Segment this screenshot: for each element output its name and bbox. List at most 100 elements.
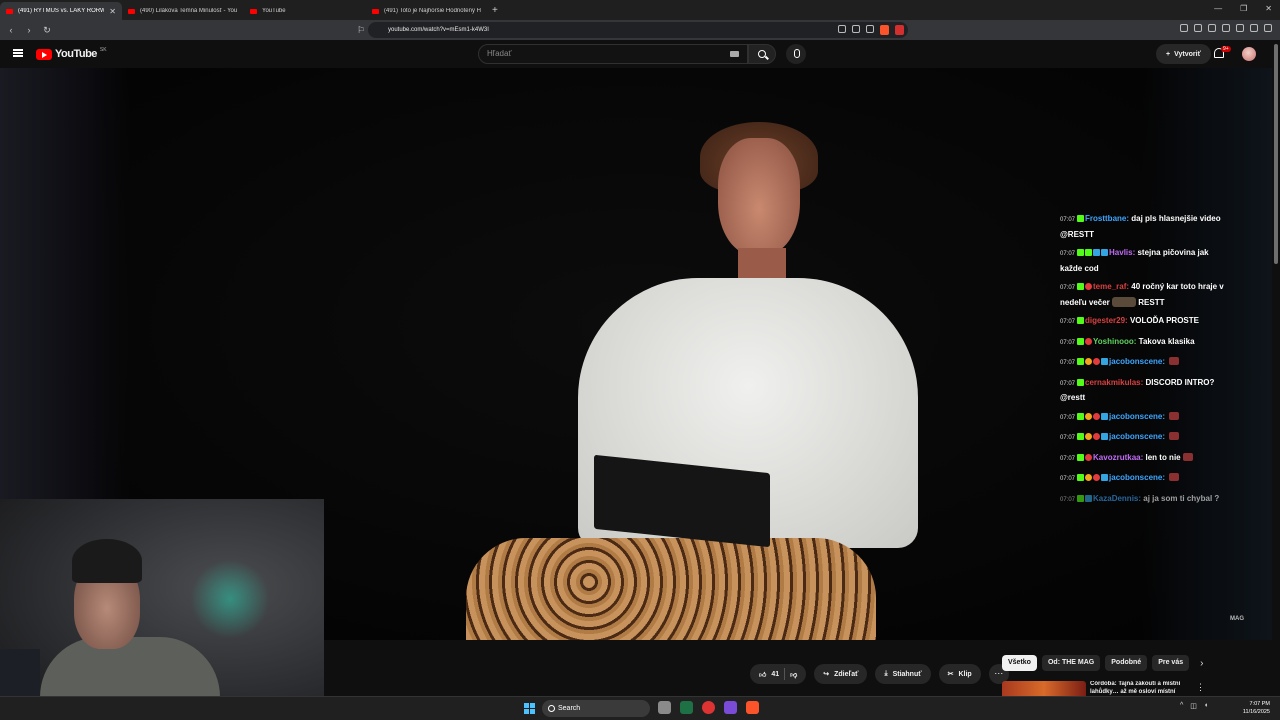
video-title[interactable]: Córdoba: Tajná zákoutí a místní lahůdky…… bbox=[1090, 681, 1194, 696]
youtube-logo[interactable]: YouTube SK bbox=[36, 47, 107, 60]
sidebar-icon[interactable] bbox=[1208, 24, 1216, 32]
chat-emote-icon bbox=[1169, 432, 1180, 440]
chip-all[interactable]: Všetko bbox=[1002, 655, 1037, 671]
chat-badge-icon bbox=[1101, 412, 1109, 420]
chat-text: VOLOĎA PROSTE bbox=[1129, 316, 1199, 325]
share-button[interactable]: ↪ Zdieľať bbox=[814, 664, 868, 684]
chat-badge-icon bbox=[1077, 283, 1085, 290]
chat-badge-icon bbox=[1077, 433, 1085, 440]
chat-badge-icon bbox=[1085, 283, 1093, 290]
maximize-icon[interactable]: ❐ bbox=[1240, 4, 1247, 13]
avatar[interactable] bbox=[1242, 47, 1256, 61]
minimize-icon[interactable]: — bbox=[1214, 4, 1222, 13]
scrollbar-thumb[interactable] bbox=[1274, 44, 1278, 264]
close-tab-icon[interactable]: ✕ bbox=[109, 7, 116, 16]
task-view-icon[interactable] bbox=[658, 701, 671, 714]
chip-for-you[interactable]: Pre vás bbox=[1152, 655, 1190, 671]
dislike-icon[interactable]: 👎︎ bbox=[790, 670, 797, 679]
forward-icon[interactable]: › bbox=[22, 25, 36, 35]
reload-icon[interactable]: ↻ bbox=[40, 25, 54, 36]
chat-badge-icon bbox=[1085, 412, 1093, 420]
extensions-icon[interactable] bbox=[1180, 24, 1188, 32]
chat-message: 07:07 teme_raf: 40 ročný kar toto hraje v… bbox=[1060, 280, 1230, 309]
chat-username[interactable]: teme_raf: bbox=[1093, 282, 1129, 291]
share-icon[interactable] bbox=[866, 25, 874, 33]
hamburger-menu-icon[interactable] bbox=[13, 49, 23, 57]
back-icon[interactable]: ‹ bbox=[4, 25, 18, 35]
chat-username[interactable]: Yoshinooo: bbox=[1093, 337, 1136, 346]
chat-username[interactable]: KazaDennis: bbox=[1093, 494, 1141, 503]
chat-username[interactable]: Frosttbane: bbox=[1085, 214, 1129, 223]
chat-username[interactable]: jacobonscene: bbox=[1109, 473, 1165, 482]
browser-tab-3[interactable]: YouTube bbox=[244, 2, 366, 20]
brave-browser-icon[interactable] bbox=[746, 701, 759, 714]
bookmark-icon[interactable]: ⚐ bbox=[354, 25, 368, 36]
browser-tab-2[interactable]: (490) Lilákova Temná Minulosť - You bbox=[122, 2, 244, 20]
divider bbox=[784, 668, 786, 680]
browser-tab-1[interactable]: (491) RYTMUS vs. LAKY RORW ✕ bbox=[0, 2, 122, 20]
excel-icon[interactable] bbox=[680, 701, 693, 714]
brave-rewards-icon[interactable] bbox=[895, 25, 904, 35]
youtube-favicon-icon bbox=[250, 8, 257, 14]
chat-message: 07:07 cernakmikulas: DISCORD INTRO? @rest… bbox=[1060, 376, 1230, 405]
media-icon[interactable] bbox=[1194, 24, 1202, 32]
wallet-icon[interactable] bbox=[1222, 24, 1230, 32]
vpn-icon[interactable] bbox=[1250, 24, 1258, 32]
network-icon[interactable]: ◫ bbox=[1190, 702, 1197, 710]
chat-username[interactable]: jacobonscene: bbox=[1109, 357, 1165, 366]
chat-emote-icon bbox=[1169, 357, 1180, 365]
app-icon[interactable] bbox=[702, 701, 715, 714]
like-icon[interactable]: 👍︎ bbox=[759, 670, 766, 679]
create-button[interactable]: + Vytvoriť bbox=[1156, 44, 1211, 64]
chat-username[interactable]: jacobonscene: bbox=[1109, 412, 1165, 421]
chip-related[interactable]: Podobné bbox=[1105, 655, 1148, 671]
chevron-up-icon[interactable]: ^ bbox=[1180, 702, 1183, 710]
chat-username[interactable]: Havlis: bbox=[1109, 248, 1135, 257]
chat-badge-icon bbox=[1093, 249, 1101, 256]
chat-badge-icon bbox=[1077, 412, 1085, 420]
chat-timestamp: 07:07 bbox=[1060, 360, 1076, 366]
chat-badge-icon bbox=[1093, 358, 1101, 365]
leo-icon[interactable] bbox=[1236, 24, 1244, 32]
menu-icon[interactable] bbox=[1264, 24, 1272, 32]
video-actions: 👍︎ 41 👎︎ ↪ Zdieľať ⤓ Stiahnuť ✂ Klip ⋯ bbox=[750, 664, 1009, 684]
chevron-right-icon[interactable]: › bbox=[1200, 658, 1203, 669]
clip-button[interactable]: ✂ Klip bbox=[938, 664, 981, 684]
taskbar-search[interactable]: Search bbox=[542, 700, 650, 717]
voice-search-icon[interactable] bbox=[786, 44, 806, 64]
tab-title: (491) Toto je Najhoršie Hodnotený H bbox=[384, 8, 481, 14]
video-thumbnail[interactable] bbox=[1002, 681, 1086, 696]
app-icon[interactable] bbox=[724, 701, 737, 714]
chat-badge-icon bbox=[1085, 474, 1093, 481]
volume-icon[interactable]: ◖ bbox=[1204, 702, 1208, 710]
url-text: youtube.com/watch?v=mEsm1-k4W3I bbox=[388, 27, 489, 33]
search-input[interactable]: Hľadať bbox=[478, 44, 748, 64]
windows-start-icon[interactable] bbox=[524, 703, 535, 714]
like-count[interactable]: 41 bbox=[771, 671, 779, 678]
chat-username[interactable]: cernakmikulas: bbox=[1085, 378, 1143, 387]
chat-message: 07:07 Frosttbane: daj pls hlasnejšie vide… bbox=[1060, 212, 1230, 241]
chat-username[interactable]: jacobonscene: bbox=[1109, 432, 1165, 441]
new-tab-button[interactable]: + bbox=[492, 5, 498, 16]
close-window-icon[interactable]: ✕ bbox=[1265, 4, 1272, 13]
browser-tab-4[interactable]: (491) Toto je Najhoršie Hodnotený H bbox=[366, 2, 488, 20]
search-icon bbox=[758, 50, 766, 58]
download-icon: ⤓ bbox=[884, 670, 888, 677]
chat-badge-icon bbox=[1077, 494, 1085, 502]
taskbar-clock[interactable]: 7:07 PM 11/16/2025 bbox=[1236, 700, 1270, 716]
download-button[interactable]: ⤓ Stiahnuť bbox=[875, 664, 931, 684]
scrollbar[interactable] bbox=[1272, 40, 1280, 696]
cast-icon[interactable] bbox=[838, 25, 846, 33]
chip-from-channel[interactable]: Od: THE MAG bbox=[1041, 655, 1101, 671]
chat-username[interactable]: digester29: bbox=[1085, 316, 1128, 325]
more-options-icon[interactable]: ⋮ bbox=[1196, 682, 1205, 693]
notification-badge: 9+ bbox=[1221, 46, 1231, 52]
keyboard-icon[interactable] bbox=[730, 51, 739, 57]
recommended-video[interactable]: Córdoba: Tajná zákoutí a místní lahůdky…… bbox=[1002, 681, 1205, 696]
address-bar[interactable]: youtube.com/watch?v=mEsm1-k4W3I bbox=[368, 22, 908, 38]
chat-username[interactable]: Kavozrutkaa: bbox=[1093, 453, 1143, 462]
search-button[interactable] bbox=[748, 44, 776, 64]
brave-shield-icon[interactable] bbox=[880, 25, 889, 35]
translate-icon[interactable] bbox=[852, 25, 860, 33]
chat-message: 07:07 jacobonscene: bbox=[1060, 355, 1230, 371]
